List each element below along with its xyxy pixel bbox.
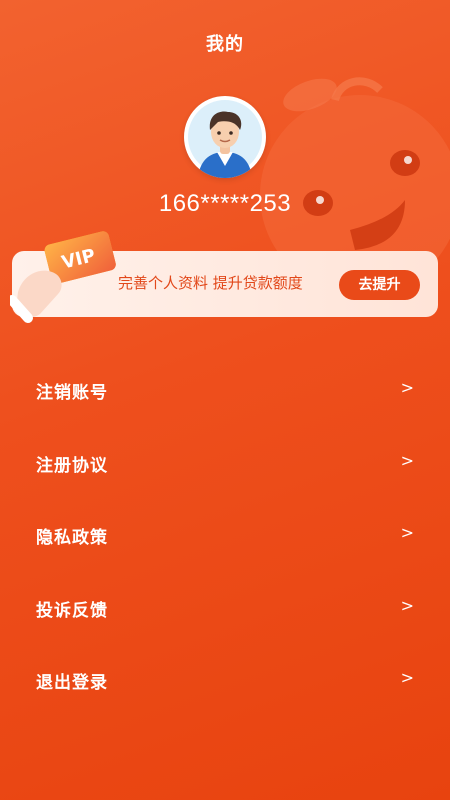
menu-item-label: 投诉反馈	[36, 600, 108, 621]
page-title: 我的	[206, 34, 244, 55]
chevron-right-icon: >	[400, 595, 414, 615]
chevron-right-icon: >	[400, 668, 414, 688]
vip-card-icon: VIP	[10, 231, 116, 323]
cartoon-man-avatar-icon	[188, 100, 262, 178]
menu-item-label: 隐私政策	[36, 528, 108, 549]
chevron-right-icon: >	[400, 523, 414, 543]
menu-item-logout[interactable]: 退出登录 >	[0, 642, 450, 715]
menu-item-label: 退出登录	[36, 673, 108, 694]
phone-number: 166*****253	[158, 190, 292, 217]
menu-item-registration-agreement[interactable]: 注册协议 >	[0, 425, 450, 498]
profile-screen: 我的 166*****253 VIP 完善个人资料 提升贷款额度 去提升 注销账…	[0, 0, 450, 800]
menu-item-cancel-account[interactable]: 注销账号 >	[0, 352, 450, 425]
chevron-right-icon: >	[400, 450, 414, 470]
vip-banner-text: 完善个人资料 提升贷款额度	[118, 274, 303, 292]
menu-item-label: 注销账号	[36, 383, 108, 403]
menu-item-label: 注册协议	[36, 455, 108, 476]
chevron-right-icon: >	[400, 378, 414, 397]
boost-button[interactable]: 去提升	[339, 270, 420, 300]
menu-item-feedback[interactable]: 投诉反馈 >	[0, 570, 450, 643]
avatar[interactable]	[184, 96, 266, 178]
menu-item-privacy-policy[interactable]: 隐私政策 >	[0, 497, 450, 570]
settings-menu: 注销账号 > 注册协议 > 隐私政策 > 投诉反馈 > 退出登录 >	[0, 352, 450, 715]
